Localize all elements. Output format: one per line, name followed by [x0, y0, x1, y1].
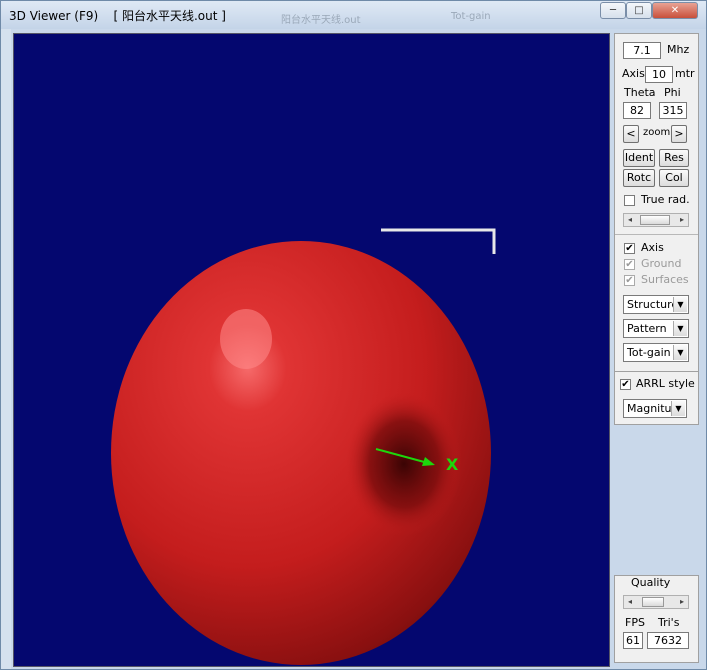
ground-label: Ground: [641, 257, 682, 270]
true-rad-checkbox[interactable]: [624, 195, 635, 206]
true-rad-label: True rad.: [641, 193, 690, 206]
gain-select[interactable]: Tot-gain ▼: [623, 343, 689, 362]
separator: [615, 234, 698, 235]
pattern-select-value: Pattern: [627, 322, 667, 335]
lobe-dimple: [346, 392, 462, 536]
surfaces-label: Surfaces: [641, 273, 689, 286]
arrl-style-checkbox[interactable]: ✔: [620, 379, 631, 390]
fps-value: 61: [623, 632, 643, 649]
quality-right-arrow-icon[interactable]: ▸: [676, 596, 688, 608]
minimize-button[interactable]: ─: [600, 2, 626, 19]
axis-length-unit: mtr: [675, 67, 695, 80]
chevron-down-icon[interactable]: ▼: [673, 345, 687, 360]
slider-right-arrow-icon[interactable]: ▸: [676, 214, 688, 226]
frequency-unit: Mhz: [667, 43, 690, 56]
title-bar[interactable]: 3D Viewer (F9) [ 阳台水平天线.out ] 阳台水平天线.out…: [1, 1, 706, 29]
axis-length-field[interactable]: 10: [645, 66, 673, 83]
antenna-structure: [381, 228, 496, 254]
left-frame: [1, 29, 11, 669]
background-window-text-2: Tot-gain: [451, 11, 491, 22]
radiation-pattern-render: X: [111, 228, 496, 665]
slider-left-arrow-icon[interactable]: ◂: [624, 214, 636, 226]
quality-left-arrow-icon[interactable]: ◂: [624, 596, 636, 608]
true-rad-slider[interactable]: ◂ ▸: [623, 213, 689, 227]
close-button[interactable]: ✕: [652, 2, 698, 19]
quality-slider[interactable]: ◂ ▸: [623, 595, 689, 609]
3d-viewport[interactable]: X: [13, 33, 610, 667]
x-axis-label: X: [446, 455, 459, 474]
rotc-button[interactable]: Rotc: [623, 169, 655, 187]
chevron-down-icon[interactable]: ▼: [673, 297, 687, 312]
magnitude-select-value: Magnituc: [627, 402, 678, 415]
col-button[interactable]: Col: [659, 169, 689, 187]
zoom-label: zoom: [643, 127, 671, 138]
axis-length-label: Axis: [622, 67, 645, 80]
ground-checkbox: ✔: [624, 259, 635, 270]
pattern-select[interactable]: Pattern ▼: [623, 319, 689, 338]
quality-slider-thumb[interactable]: [642, 597, 664, 607]
res-button[interactable]: Res: [659, 149, 689, 167]
frequency-field[interactable]: 7.1: [623, 42, 661, 59]
lobe-highlight: [220, 309, 272, 369]
structure-select-value: Structure: [627, 298, 679, 311]
fps-label: FPS: [625, 616, 645, 629]
viewer-window: 3D Viewer (F9) [ 阳台水平天线.out ] 阳台水平天线.out…: [0, 0, 707, 670]
axis-checkbox-label: Axis: [641, 241, 664, 254]
background-window-text: 阳台水平天线.out: [281, 15, 361, 26]
arrl-style-label: ARRL style: [636, 377, 695, 390]
surfaces-checkbox: ✔: [624, 275, 635, 286]
ident-button[interactable]: Ident: [623, 149, 655, 167]
quality-label: Quality: [629, 576, 673, 589]
magnitude-select[interactable]: Magnituc ▼: [623, 399, 687, 418]
window-title: 3D Viewer (F9) [ 阳台水平天线.out ]: [9, 9, 226, 23]
tris-value: 7632: [647, 632, 689, 649]
chevron-down-icon[interactable]: ▼: [673, 321, 687, 336]
theta-label: Theta: [624, 86, 656, 99]
phi-field[interactable]: 315: [659, 102, 687, 119]
zoom-in-button[interactable]: >: [671, 125, 687, 143]
axis-checkbox[interactable]: ✔: [624, 243, 635, 254]
zoom-out-button[interactable]: <: [623, 125, 639, 143]
maximize-button[interactable]: □: [626, 2, 652, 19]
tris-label: Tri's: [658, 616, 680, 629]
structure-select[interactable]: Structure ▼: [623, 295, 689, 314]
chevron-down-icon[interactable]: ▼: [671, 401, 685, 416]
gain-select-value: Tot-gain: [627, 346, 671, 359]
phi-label: Phi: [664, 86, 681, 99]
theta-field[interactable]: 82: [623, 102, 651, 119]
slider-thumb[interactable]: [640, 215, 670, 225]
